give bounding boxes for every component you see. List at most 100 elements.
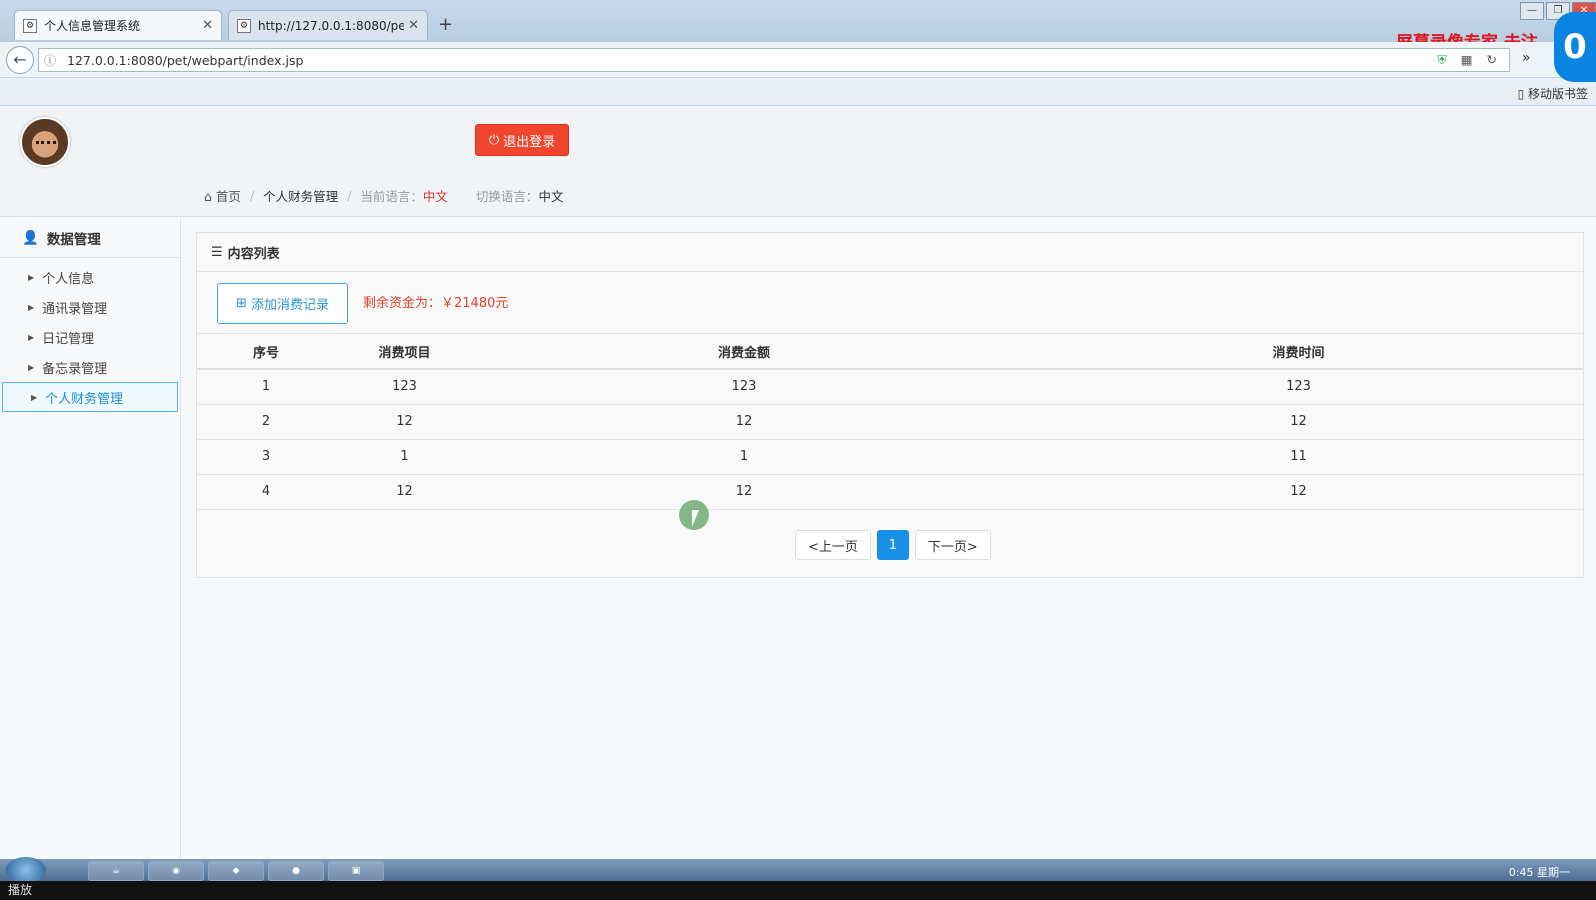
add-expense-label: 添加消费记录 — [250, 298, 329, 313]
minimize-icon[interactable]: — — [1520, 2, 1544, 20]
power-icon: ⏻ — [488, 132, 500, 148]
taskbar-app-cart-icon[interactable]: ▣ — [328, 861, 384, 881]
current-language: 当前语言：中文 — [360, 186, 448, 205]
app-header: ⏻ 退出登录 ⌂ 首页 / 个人财务管理 / 当前语言：中文 切换语言：中文 — [0, 107, 1596, 217]
table-row: 3 1 1 11 — [197, 439, 1583, 475]
table-cell: 4 — [197, 474, 335, 510]
mobile-bookmarks[interactable]: ▯ 移动版书签 — [1518, 85, 1588, 102]
browser-tabbar: ⚙ 个人信息管理系统 ✕ ⚙ http://127.0.0.1:8080/pet… — [0, 0, 1596, 53]
sidebar-item-memo[interactable]: ▶ 备忘录管理 — [0, 352, 180, 382]
panel-toolbar: ⊞ 添加消费记录 剩余资金为：￥21480元 — [197, 272, 1583, 334]
column-header: 消费项目 — [335, 334, 474, 370]
table-cell: 2 — [197, 404, 335, 440]
table-row: 1 123 123 123 — [197, 369, 1583, 405]
prev-page-button[interactable]: <上一页 — [795, 530, 871, 560]
qr-code-icon[interactable]: ▦ — [1461, 52, 1473, 68]
plus-square-icon: ⊞ — [236, 296, 247, 311]
avatar — [20, 117, 70, 167]
address-bar-row: ← ⓘ 127.0.0.1:8080/pet/webpart/index.jsp… — [0, 42, 1596, 78]
tab-label: 个人信息管理系统 — [44, 19, 141, 33]
sidebar-item-label: 日记管理 — [42, 331, 95, 347]
sidebar-item-diary[interactable]: ▶ 日记管理 — [0, 322, 180, 352]
home-icon: ⌂ — [204, 189, 212, 204]
app-page: ⏻ 退出登录 ⌂ 首页 / 个人财务管理 / 当前语言：中文 切换语言：中文 👤… — [0, 107, 1596, 859]
url-text[interactable]: 127.0.0.1:8080/pet/webpart/index.jsp — [61, 53, 1437, 68]
caret-right-icon: ▶ — [28, 272, 35, 282]
user-icon: 👤 — [22, 229, 39, 246]
close-icon[interactable]: ✕ — [202, 18, 213, 33]
table-cell: 12 — [474, 404, 1014, 440]
mouse-pointer-icon — [692, 510, 699, 527]
panel-title: 内容列表 — [227, 246, 280, 262]
table-cell: 1 — [197, 369, 335, 405]
caret-right-icon: ▶ — [28, 332, 35, 342]
caret-right-icon: ▶ — [31, 392, 38, 402]
shield-icon[interactable]: ⛨ — [1437, 52, 1446, 68]
close-icon[interactable]: ✕ — [408, 18, 419, 33]
tab-personal-info-system[interactable]: ⚙ 个人信息管理系统 ✕ — [14, 10, 222, 40]
sidebar-item-label: 通讯录管理 — [42, 301, 108, 317]
taskbar-app-qq-icon[interactable]: ● — [268, 861, 324, 881]
caret-right-icon: ▶ — [28, 362, 35, 372]
sidebar: 👤 数据管理 ▶ 个人信息 ▶ 通讯录管理 ▶ 日记管理 ▶ 备忘录管理 ▶ 个人财务管理 — [0, 218, 181, 859]
pagination: <上一页 1 下一页> — [795, 530, 991, 560]
balance-text: 剩余资金为：￥21480元 — [363, 296, 509, 311]
table-cell: 3 — [197, 439, 335, 475]
table-row: 4 12 12 12 — [197, 474, 1583, 510]
page-1-button[interactable]: 1 — [876, 530, 909, 560]
current-language-label: 当前语言： — [360, 189, 423, 204]
logout-button[interactable]: ⏻ 退出登录 — [475, 124, 569, 156]
taskbar-app-java-icon[interactable]: ☕ — [88, 861, 144, 881]
switch-language-value[interactable]: 中文 — [538, 189, 563, 204]
breadcrumb: ⌂ 首页 / 个人财务管理 / 当前语言：中文 切换语言：中文 — [204, 186, 563, 205]
breadcrumb-separator: / — [249, 188, 255, 203]
tab-url[interactable]: ⚙ http://127.0.0.1:8080/pet/\ ✕ — [228, 10, 428, 40]
floating-assistant-icon[interactable]: 0 — [1554, 12, 1596, 82]
add-expense-button[interactable]: ⊞ 添加消费记录 — [217, 283, 348, 324]
next-page-button[interactable]: 下一页> — [914, 530, 991, 560]
content-panel: ☰ 内容列表 ⊞ 添加消费记录 剩余资金为：￥21480元 序号 消费项目 消费… — [196, 232, 1584, 578]
panel-header: ☰ 内容列表 — [197, 233, 1583, 272]
start-button-icon[interactable] — [6, 857, 46, 883]
breadcrumb-home[interactable]: ⌂ 首页 — [204, 186, 241, 205]
tab-label: http://127.0.0.1:8080/pet/\ — [258, 18, 405, 33]
table-cell: 1 — [474, 439, 1014, 475]
new-tab-button[interactable]: + — [438, 14, 453, 35]
switch-language[interactable]: 切换语言：中文 — [476, 186, 564, 205]
back-arrow-icon[interactable]: ← — [6, 46, 34, 74]
refresh-icon[interactable]: ↻ — [1487, 52, 1497, 68]
sidebar-item-label: 个人财务管理 — [45, 391, 124, 407]
table-row: 2 12 12 12 — [197, 404, 1583, 440]
sidebar-item-finance[interactable]: ▶ 个人财务管理 — [2, 382, 178, 412]
caret-right-icon: ▶ — [28, 302, 35, 312]
column-header: 序号 — [197, 334, 335, 370]
sidebar-item-personal-info[interactable]: ▶ 个人信息 — [0, 262, 180, 292]
sidebar-item-contacts[interactable]: ▶ 通讯录管理 — [0, 292, 180, 322]
sidebar-header: 👤 数据管理 — [0, 218, 180, 258]
taskbar-app-dolphin-icon[interactable]: ◆ — [208, 861, 264, 881]
table-cell: 123 — [335, 369, 474, 405]
logout-label: 退出登录 — [503, 134, 556, 150]
header-faded-text — [86, 127, 456, 143]
table-cell: 12 — [1014, 474, 1583, 510]
table-cell: 11 — [1014, 439, 1583, 475]
table-cell: 12 — [335, 404, 474, 440]
info-icon[interactable]: ⓘ — [39, 52, 61, 69]
more-chevron-icon[interactable]: » — [1522, 50, 1531, 66]
switch-language-label: 切换语言： — [475, 189, 539, 204]
os-taskbar: ☕ ◉ ◆ ● ▣ 0:45 星期一 — [0, 857, 1596, 883]
page-favicon-icon: ⚙ — [237, 18, 251, 33]
column-header: 消费金额 — [474, 334, 1014, 370]
list-icon: ☰ — [211, 244, 223, 260]
sidebar-item-label: 个人信息 — [42, 271, 95, 287]
taskbar-app-firefox-icon[interactable]: ◉ — [148, 861, 204, 881]
table-cell: 12 — [335, 474, 474, 510]
address-bar[interactable]: ⓘ 127.0.0.1:8080/pet/webpart/index.jsp ⛨… — [38, 48, 1510, 72]
breadcrumb-current: 个人财务管理 — [263, 189, 339, 204]
breadcrumb-separator: / — [347, 188, 352, 203]
table-cell: 123 — [1014, 369, 1583, 405]
table-cell: 1 — [335, 439, 474, 475]
table-cell: 12 — [474, 474, 1014, 510]
table-cell: 12 — [1014, 404, 1583, 440]
bookmark-bar: ▯ 移动版书签 — [0, 78, 1596, 106]
